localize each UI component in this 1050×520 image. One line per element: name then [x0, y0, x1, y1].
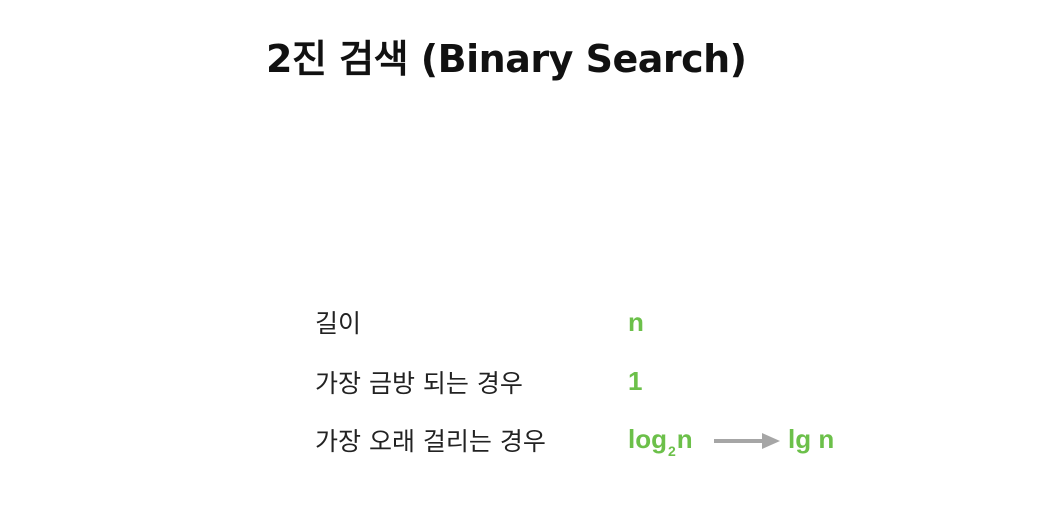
row-value-length: n	[628, 307, 644, 337]
log-argument: n	[676, 424, 693, 454]
slide: 2진 검색 (Binary Search) 길이 n 가장 금방 되는 경우 1…	[0, 0, 1050, 520]
row-value-best-case: 1	[628, 366, 643, 396]
simplified-value: lg n	[788, 424, 835, 454]
row-label-length: 길이	[315, 309, 362, 338]
log-subscript: 2	[668, 443, 676, 459]
row-label-best-case: 가장 금방 되는 경우	[315, 369, 523, 398]
right-arrow-icon	[714, 433, 780, 449]
slide-title: 2진 검색 (Binary Search)	[266, 37, 747, 81]
log-base-text: log	[628, 424, 667, 454]
row-value-worst-case: log2n	[628, 424, 693, 459]
row-label-worst-case: 가장 오래 걸리는 경우	[315, 427, 546, 456]
